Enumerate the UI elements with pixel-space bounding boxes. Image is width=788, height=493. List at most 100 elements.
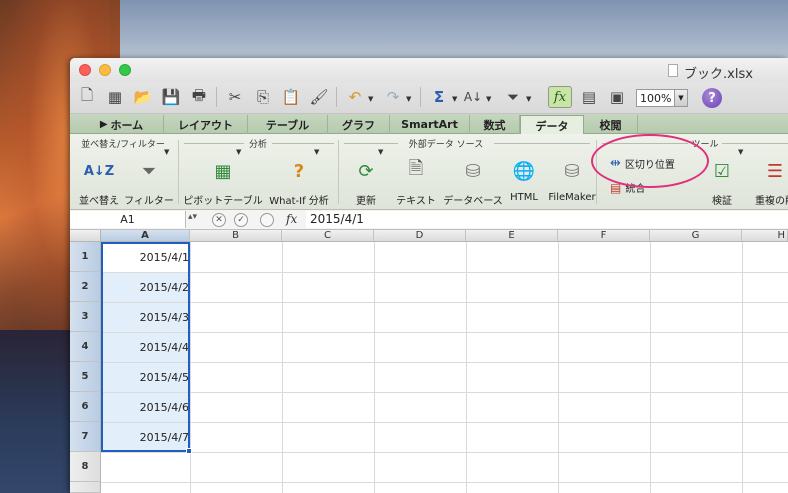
redo-dropdown-icon[interactable]: ▼	[406, 95, 411, 103]
refresh-icon: ⟳	[358, 160, 374, 182]
minimize-window-button[interactable]	[99, 64, 111, 76]
formula-input[interactable]: 2015/4/1	[306, 211, 788, 228]
remove-duplicates-label: 重複の削	[755, 196, 788, 207]
media-browser-icon[interactable]: ▣	[606, 86, 628, 108]
column-header[interactable]: H	[742, 230, 788, 242]
column-header[interactable]: G	[650, 230, 742, 242]
paste-icon[interactable]: 📋	[280, 86, 302, 108]
tab-table[interactable]: テーブル	[248, 115, 328, 134]
database-icon: ⛁	[465, 160, 481, 182]
what-if-button[interactable]: ? What-If 分析	[266, 156, 332, 208]
pivot-label: ピボットテーブル	[183, 196, 263, 207]
insert-function-icon[interactable]	[260, 213, 274, 227]
zoom-dropdown-icon[interactable]: ▼	[674, 90, 687, 106]
column-header[interactable]: A	[101, 230, 190, 242]
what-if-icon: ?	[293, 160, 305, 182]
print-icon[interactable]: 🖶	[188, 86, 210, 108]
group-line	[344, 143, 398, 144]
tab-smartart[interactable]: SmartArt	[390, 115, 470, 134]
filter-icon[interactable]: ⏷	[502, 86, 524, 108]
desktop-wallpaper-shadow	[0, 330, 75, 493]
tab-review[interactable]: 校閲	[584, 115, 638, 134]
fill-handle[interactable]	[186, 448, 192, 454]
selection-border	[101, 242, 190, 452]
pivot-table-button[interactable]: ▦ ピボットテーブル	[182, 156, 264, 208]
filter-dropdown-icon[interactable]: ▼	[526, 95, 531, 103]
column-header[interactable]: D	[374, 230, 466, 242]
cancel-icon[interactable]: ✕	[212, 213, 226, 227]
from-html-button[interactable]: 🌐 HTML	[504, 156, 544, 204]
row-header[interactable]: 5	[70, 362, 101, 392]
column-header[interactable]: F	[558, 230, 650, 242]
row-header[interactable]: 2	[70, 272, 101, 302]
maximize-window-button[interactable]	[119, 64, 131, 76]
row-header[interactable]: 4	[70, 332, 101, 362]
select-all-corner[interactable]	[70, 230, 101, 242]
remove-duplicates-button[interactable]: ☰ 重複の削	[750, 156, 788, 208]
group-line	[722, 143, 788, 144]
pivot-dropdown-icon[interactable]: ▼	[236, 148, 241, 156]
template-gallery-icon[interactable]: ▦	[104, 86, 126, 108]
sort-icon[interactable]: A↓	[462, 86, 484, 108]
from-text-button[interactable]: 🗎 テキスト	[392, 156, 440, 207]
group-analysis-label: 分析	[248, 140, 267, 150]
sort-dropdown-icon[interactable]: ▼	[486, 95, 491, 103]
what-if-dropdown-icon[interactable]: ▼	[314, 148, 319, 156]
pivot-table-icon: ▦	[214, 160, 232, 182]
from-database-label: データベース	[443, 196, 503, 207]
tab-layout[interactable]: レイアウト	[164, 115, 248, 134]
column-header[interactable]: E	[466, 230, 558, 242]
tab-chart[interactable]: グラフ	[328, 115, 390, 134]
refresh-label: 更新	[356, 196, 376, 207]
text-file-icon: 🗎	[408, 158, 424, 179]
group-separator	[338, 140, 339, 204]
tab-data[interactable]: データ	[520, 115, 584, 135]
group-line	[494, 143, 590, 144]
column-header[interactable]: C	[282, 230, 374, 242]
name-box-stepper-icon[interactable]: ▴▾	[188, 212, 197, 222]
undo-icon[interactable]: ↶	[344, 86, 366, 108]
grid-line	[101, 392, 788, 393]
grid-line	[101, 422, 788, 423]
help-button[interactable]: ?	[702, 88, 722, 108]
sort-button[interactable]: A↓Z 並べ替え	[76, 156, 122, 208]
save-icon[interactable]: 💾	[160, 86, 182, 108]
tab-home[interactable]: ▶ ホーム	[80, 115, 164, 134]
new-document-icon[interactable]: 🗋	[76, 86, 98, 108]
window-title: ブック.xlsx	[684, 67, 753, 82]
row-header[interactable]: 8	[70, 452, 101, 482]
grid-line	[101, 482, 788, 483]
row-header[interactable]	[70, 482, 101, 493]
format-painter-icon[interactable]: 🖌	[308, 86, 330, 108]
group-line	[272, 143, 334, 144]
refresh-button[interactable]: ⟳ 更新	[342, 156, 390, 208]
grid-line	[101, 362, 788, 363]
close-window-button[interactable]	[79, 64, 91, 76]
gallery-icon[interactable]: ▤	[578, 86, 600, 108]
name-box[interactable]: A1	[70, 211, 186, 228]
from-database-button[interactable]: ⛁ データベース	[440, 156, 506, 208]
row-header[interactable]: 7	[70, 422, 101, 452]
filter-button[interactable]: ⏷ フィルター	[122, 156, 176, 208]
copy-icon[interactable]: ⎘	[252, 86, 274, 108]
row-header[interactable]: 3	[70, 302, 101, 332]
filter-dropdown-icon[interactable]: ▼	[164, 148, 169, 156]
validate-dropdown-icon[interactable]: ▼	[738, 148, 743, 156]
cut-icon[interactable]: ✂	[224, 86, 246, 108]
column-header[interactable]: B	[190, 230, 282, 242]
enter-icon[interactable]: ✓	[234, 213, 248, 227]
autosum-icon[interactable]: Σ	[428, 86, 450, 108]
open-folder-icon[interactable]: 📂	[132, 86, 154, 108]
refresh-dropdown-icon[interactable]: ▼	[378, 148, 383, 156]
fx-label: fx	[286, 212, 298, 226]
filter-label: フィルター	[124, 196, 174, 207]
undo-dropdown-icon[interactable]: ▼	[368, 95, 373, 103]
row-header[interactable]: 6	[70, 392, 101, 422]
sort-az-icon: A↓Z	[83, 163, 115, 179]
formula-builder-button[interactable]: fx	[548, 86, 572, 108]
grid-line	[742, 242, 743, 493]
row-header[interactable]: 1	[70, 242, 101, 272]
tab-formulas[interactable]: 数式	[470, 115, 520, 134]
autosum-dropdown-icon[interactable]: ▼	[452, 95, 457, 103]
redo-icon[interactable]: ↷	[382, 86, 404, 108]
